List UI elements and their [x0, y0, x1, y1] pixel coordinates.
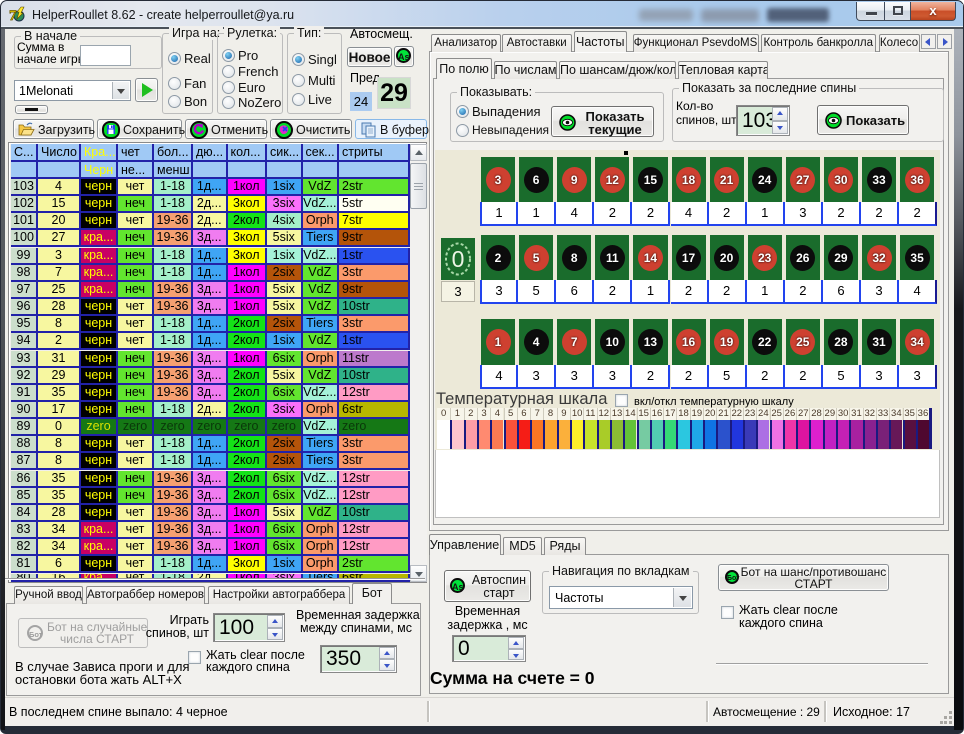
svg-text:7: 7 [9, 8, 17, 24]
svg-text:0: 0 [452, 246, 465, 272]
